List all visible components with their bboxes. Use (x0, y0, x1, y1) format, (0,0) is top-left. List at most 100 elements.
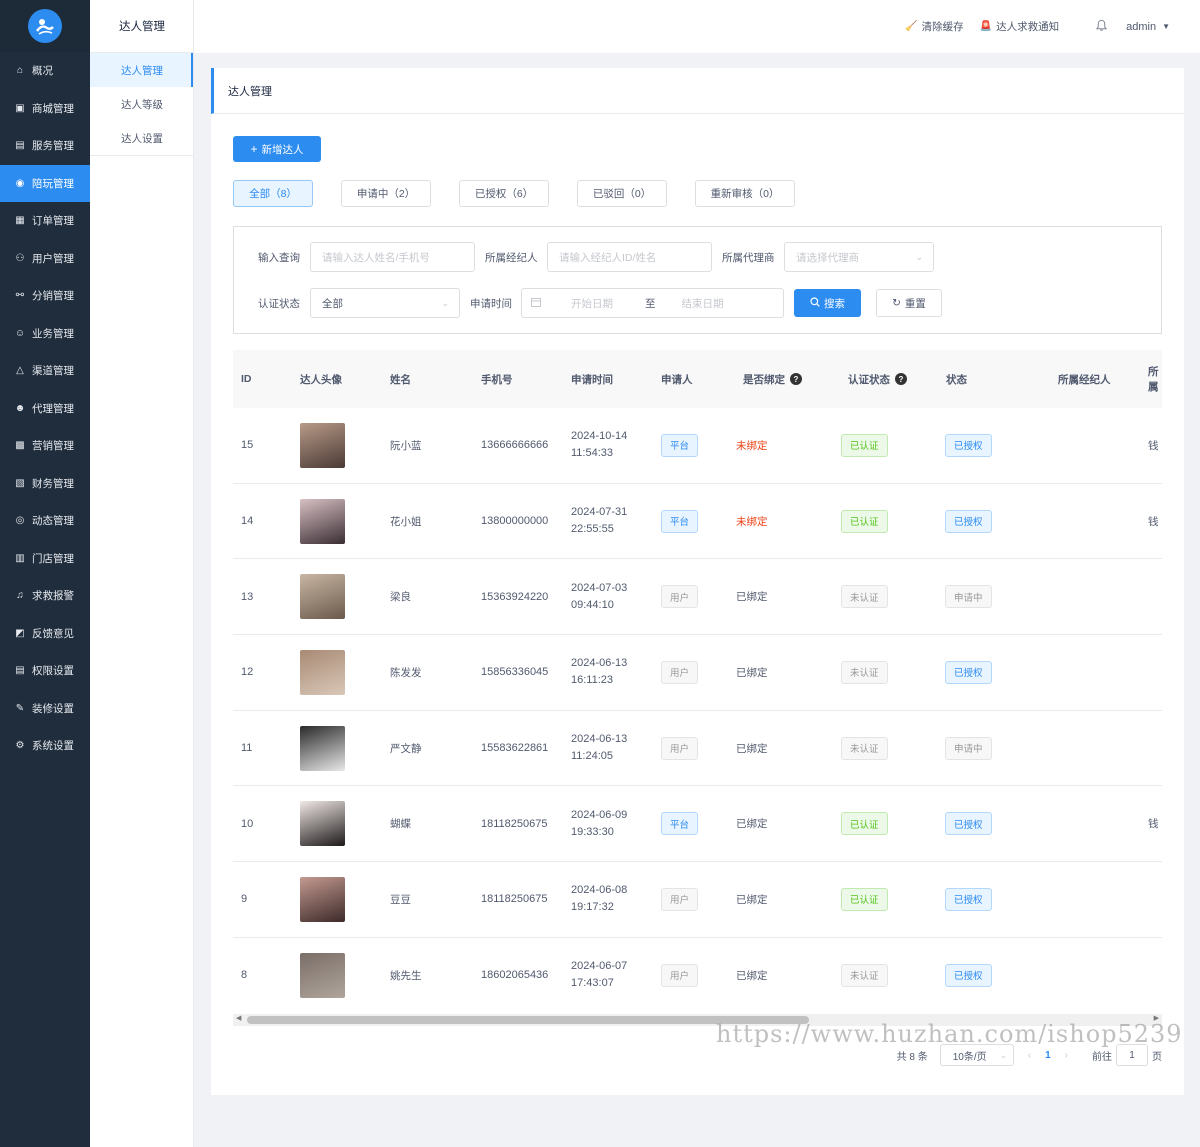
sidebar-item-4[interactable]: ▦ 订单管理 (0, 202, 90, 240)
avatar[interactable] (300, 498, 345, 544)
page-unit: 页 (1152, 1051, 1162, 1063)
table-row[interactable]: 9 豆豆 18118250675 2024-06-08 19:17:32 用户 … (233, 862, 1162, 938)
sidebar-item-3[interactable]: ◉ 陪玩管理 (0, 164, 90, 202)
cell-applicant: 平台 (661, 484, 699, 559)
sidebar-item-16[interactable]: ▤ 权限设置 (0, 652, 90, 690)
sidebar-item-5[interactable]: ⚇ 用户管理 (0, 240, 90, 278)
avatar[interactable] (300, 952, 345, 998)
sidebar-item-11[interactable]: ▧ 财务管理 (0, 465, 90, 503)
avatar[interactable] (300, 801, 345, 847)
chevron-down-icon: ⌄ (915, 251, 923, 262)
alarm-bell-icon: ♫ (16, 590, 24, 602)
date-range-picker[interactable]: 开始日期 至 结束日期 (521, 288, 784, 318)
cell-clock: 09:44:10 (571, 598, 614, 611)
cell-avatar (300, 938, 345, 1012)
cell-id: 14 (241, 515, 254, 528)
broom-icon: 🧹 (905, 21, 918, 32)
app-logo-icon (28, 9, 62, 43)
applicant-tag: 用户 (661, 887, 699, 911)
avatar[interactable] (300, 574, 345, 620)
cert-tag: 已认证 (841, 812, 888, 836)
query-input[interactable]: 请输入达人姓名/手机号 (310, 242, 475, 272)
cell-cert: 已认证 (841, 484, 888, 559)
table-row[interactable]: 12 陈发发 15856336045 2024-06-13 16:11:23 用… (233, 635, 1162, 711)
avatar[interactable] (300, 876, 345, 922)
table-row[interactable]: 13 梁良 15363924220 2024-07-03 09:44:10 用户… (233, 559, 1162, 636)
user-menu[interactable]: admin ▼ (1126, 21, 1170, 33)
tab-2[interactable]: 已授权（6） (459, 180, 549, 207)
query-placeholder: 请输入达人姓名/手机号 (322, 251, 430, 264)
watermark: https://www.huzhan.com/ishop5239 (716, 1020, 1183, 1048)
cell-name: 梁良 (390, 591, 411, 604)
prev-page-icon[interactable]: ‹ (1028, 1050, 1031, 1061)
broker-input[interactable]: 请输入经纪人ID/姓名 (547, 242, 712, 272)
cert-select[interactable]: 全部 ⌄ (310, 288, 460, 318)
scroll-left-icon[interactable]: ◀ (236, 1014, 241, 1022)
table-row[interactable]: 8 姚先生 18602065436 2024-06-07 17:43:07 用户… (233, 938, 1162, 1012)
add-talent-button[interactable]: + 新增达人 (233, 136, 321, 162)
question-icon[interactable]: ? (895, 373, 907, 385)
tab-1[interactable]: 申请中（2） (341, 180, 431, 207)
sidebar-item-15[interactable]: ◩ 反馈意见 (0, 615, 90, 653)
cell-time: 2024-07-31 22:55:55 (571, 484, 627, 559)
search-button[interactable]: 搜索 (794, 289, 861, 317)
current-page[interactable]: 1 (1045, 1050, 1051, 1061)
order-icon: ▦ (15, 215, 25, 227)
sidebar-item-18[interactable]: ⚙ 系统设置 (0, 727, 90, 765)
sidebar-item-14[interactable]: ♫ 求救报警 (0, 577, 90, 615)
subbar-item-0[interactable]: 达人管理 (90, 53, 193, 87)
finance-icon: ▧ (15, 477, 25, 489)
cell-cert: 已认证 (841, 408, 888, 483)
logo[interactable] (0, 0, 90, 52)
subbar-item-1[interactable]: 达人等级 (90, 87, 193, 121)
query-label: 输入查询 (258, 252, 300, 264)
cell-bound: 已绑定 (736, 666, 768, 679)
table-row[interactable]: 14 花小姐 13800000000 2024-07-31 22:55:55 平… (233, 484, 1162, 560)
question-icon[interactable]: ? (790, 373, 802, 385)
sidebar-item-2[interactable]: ▤ 服务管理 (0, 127, 90, 165)
clear-cache-link[interactable]: 🧹 清除缓存 (905, 19, 963, 34)
table-row[interactable]: 11 严文静 15583622861 2024-06-13 11:24:05 用… (233, 711, 1162, 787)
gear-icon: ⚙ (15, 740, 25, 752)
sidebar-item-13[interactable]: ▥ 门店管理 (0, 540, 90, 578)
cell-applicant: 平台 (661, 408, 699, 483)
sidebar-item-12[interactable]: ◎ 动态管理 (0, 502, 90, 540)
status-tag: 已授权 (945, 812, 992, 836)
sidebar-item-17[interactable]: ✎ 装修设置 (0, 690, 90, 728)
sidebar-item-6[interactable]: ⚯ 分销管理 (0, 277, 90, 315)
reset-button[interactable]: ↻ 重置 (876, 289, 942, 317)
cell-status: 已授权 (945, 862, 992, 937)
sidebar-item-10[interactable]: ▩ 营销管理 (0, 427, 90, 465)
agent-select[interactable]: 请选择代理商 ⌄ (784, 242, 934, 272)
tab-3[interactable]: 已驳回（0） (577, 180, 667, 207)
sidebar-item-label: 财务管理 (32, 477, 74, 490)
subbar-item-2[interactable]: 达人设置 (90, 121, 193, 155)
cell-phone: 18118250675 (481, 893, 548, 906)
sidebar-item-label: 业务管理 (32, 327, 74, 340)
avatar[interactable] (300, 649, 345, 695)
status-tag: 申请中 (945, 585, 992, 609)
status-tag: 已授权 (945, 660, 992, 684)
avatar[interactable] (300, 422, 345, 468)
sidebar-item-1[interactable]: ▣ 商城管理 (0, 90, 90, 128)
avatar[interactable] (300, 725, 345, 771)
sidebar-item-9[interactable]: ☻ 代理管理 (0, 390, 90, 428)
table-row[interactable]: 10 蝴蝶 18118250675 2024-06-09 19:33:30 平台… (233, 786, 1162, 863)
sos-notice-label: 达人求救通知 (996, 21, 1060, 33)
goto-label: 前往 (1092, 1051, 1112, 1063)
sidebar-item-label: 订单管理 (32, 215, 74, 228)
tab-0[interactable]: 全部（8） (233, 180, 313, 207)
bell-icon[interactable] (1095, 19, 1108, 35)
sos-notice-link[interactable]: 🚨 达人求救通知 (980, 19, 1059, 34)
sidebar-item-0[interactable]: ⌂ 概况 (0, 52, 90, 90)
sidebar-item-8[interactable]: △ 渠道管理 (0, 352, 90, 390)
table-row[interactable]: 15 阮小蓝 13666666666 2024-10-14 11:54:33 平… (233, 408, 1162, 484)
applicant-tag: 平台 (661, 433, 699, 457)
tab-4[interactable]: 重新审核（0） (695, 180, 795, 207)
th-broker: 所属经纪人 (1058, 373, 1111, 386)
sidebar-item-label: 系统设置 (32, 740, 74, 753)
status-tag: 已授权 (945, 887, 992, 911)
user-name: admin (1126, 20, 1157, 33)
next-page-icon[interactable]: › (1065, 1050, 1068, 1061)
sidebar-item-7[interactable]: ☺ 业务管理 (0, 315, 90, 353)
